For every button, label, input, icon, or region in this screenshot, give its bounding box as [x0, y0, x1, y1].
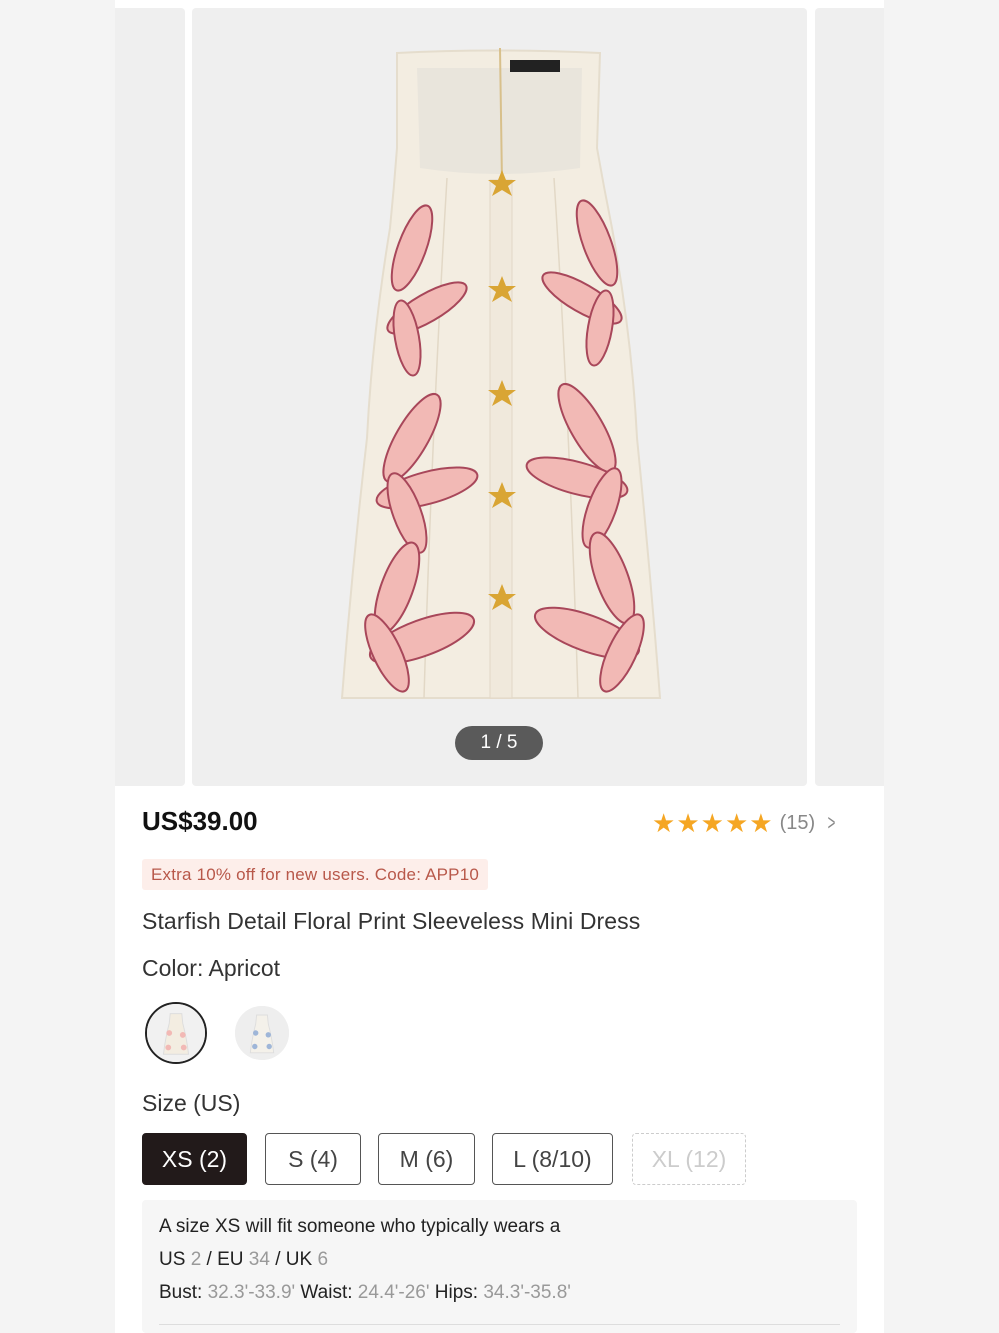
- hips-value: 34.3'-35.8': [483, 1282, 571, 1303]
- color-swatch-apricot[interactable]: [145, 1002, 207, 1064]
- separator: /: [206, 1249, 218, 1270]
- product-price: US$39.00: [142, 806, 258, 836]
- uk-value: 6: [317, 1249, 329, 1270]
- dress-thumbnail-icon: [235, 1006, 289, 1060]
- fit-measurements: Bust: 32.3'-33.9' Waist: 24.4'-26' Hips:…: [159, 1276, 840, 1309]
- hips-label: Hips:: [434, 1282, 479, 1303]
- product-image[interactable]: 1 / 5: [192, 8, 807, 786]
- size-option-xs[interactable]: XS (2): [142, 1133, 247, 1185]
- uk-label: UK: [285, 1249, 313, 1270]
- size-option-m[interactable]: M (6): [378, 1133, 475, 1185]
- us-label: US: [159, 1249, 186, 1270]
- size-option-s[interactable]: S (4): [265, 1133, 361, 1185]
- image-gallery[interactable]: 1 / 5: [115, 8, 884, 786]
- us-value: 2: [190, 1249, 202, 1270]
- rating-summary[interactable]: ★ ★ ★ ★ ★ (15) >: [652, 808, 838, 838]
- star-icon: ★: [724, 808, 749, 838]
- size-option-l[interactable]: L (8/10): [492, 1133, 613, 1185]
- color-swatch-blue[interactable]: [235, 1006, 289, 1060]
- fit-intro: A size XS will fit someone who typically…: [159, 1216, 561, 1237]
- star-icon: ★: [749, 808, 773, 838]
- chevron-right-icon: >: [827, 810, 836, 835]
- star-rating: ★ ★ ★ ★ ★: [652, 809, 774, 837]
- bust-label: Bust:: [159, 1282, 203, 1303]
- size-fit-info: A size XS will fit someone who typically…: [142, 1200, 857, 1333]
- waist-value: 24.4'-26': [357, 1282, 430, 1303]
- star-icon: ★: [652, 808, 676, 838]
- promo-banner: Extra 10% off for new users. Code: APP10: [142, 859, 489, 890]
- dress-thumbnail-icon: [147, 1004, 205, 1062]
- image-counter: 1 / 5: [455, 726, 543, 760]
- next-slide-peek[interactable]: [815, 8, 884, 786]
- fit-conversion: US 2 / EU 34 / UK 6: [159, 1243, 840, 1276]
- bust-value: 32.3'-33.9': [207, 1282, 296, 1303]
- size-option-xl[interactable]: XL (12): [632, 1133, 746, 1185]
- size-label: Size (US): [142, 1090, 241, 1116]
- waist-label: Waist:: [300, 1282, 353, 1303]
- product-page: 1 / 5 US$39.00 ★ ★ ★ ★ ★ (15) > Extra 10…: [115, 0, 884, 1333]
- star-icon: ★: [676, 808, 700, 838]
- product-title: Starfish Detail Floral Print Sleeveless …: [142, 908, 641, 934]
- eu-value: 34: [248, 1249, 270, 1270]
- previous-slide-peek[interactable]: [115, 8, 185, 786]
- divider: [159, 1324, 840, 1325]
- review-count: (15): [779, 811, 816, 834]
- eu-label: EU: [217, 1249, 244, 1270]
- separator: /: [275, 1249, 286, 1270]
- dress-photo: [340, 47, 662, 699]
- color-label: Color: Apricot: [142, 955, 281, 981]
- star-icon: ★: [700, 808, 724, 838]
